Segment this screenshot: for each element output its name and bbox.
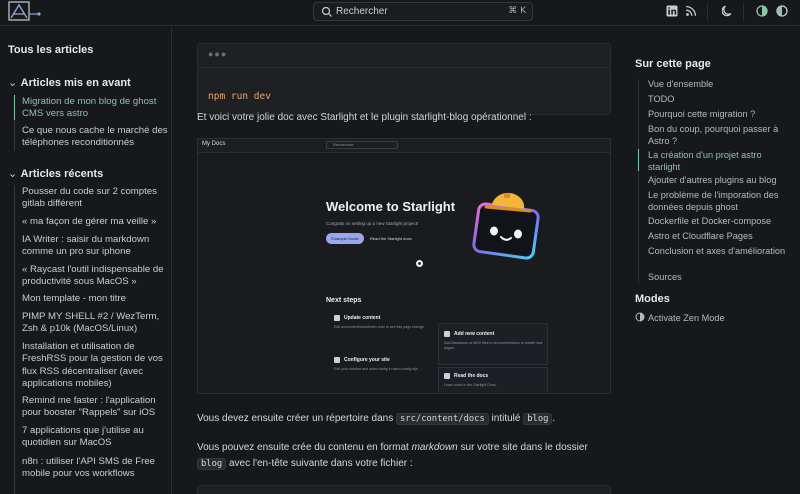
text-segment: Vous devez ensuite créer un répertoire d…	[197, 413, 397, 424]
right-toc: Sur cette page Vue d'ensemble TODO Pourq…	[632, 27, 800, 494]
screenshot-card-desc: Add Markdown or MDX files to src/content…	[444, 341, 543, 350]
sidebar-item-gitlab[interactable]: Pousser du code sur 2 comptes gitlab dif…	[22, 186, 168, 211]
toc-item-importation-ghost[interactable]: Le problème de l'imporation des données …	[648, 190, 794, 213]
main-content: ●●● npm run dev Et voici votre jolie doc…	[173, 27, 631, 494]
text-segment: Vous pouvez ensuite crée du contenu en f…	[197, 442, 412, 453]
toc-line	[638, 79, 639, 283]
zen-mode-icon[interactable]	[635, 312, 645, 322]
screenshot-hero-title: Welcome to Starlight	[326, 199, 456, 214]
toc-item-plugins[interactable]: Ajouter d'autres plugins au blog	[648, 175, 794, 187]
chevron-down-icon: ⌄	[8, 77, 18, 89]
text-segment: .	[552, 413, 556, 424]
toc-active-indicator	[638, 149, 639, 171]
active-indicator	[14, 95, 15, 120]
screenshot-card: Update content Edit src/content/docs/ind…	[334, 315, 438, 351]
emphasis-text: markdown	[411, 442, 458, 453]
code-command: npm run dev	[208, 91, 271, 102]
book-icon	[444, 373, 450, 379]
screenshot-topbar: My Docs Rechercher	[198, 139, 610, 153]
toc-item-todo[interactable]: TODO	[648, 94, 794, 106]
chevron-down-icon: ⌄	[8, 168, 18, 180]
screenshot-card-desc: Edit src/content/docs/index.mdx to see t…	[334, 325, 425, 329]
sidebar-item-n8n[interactable]: n8n : utiliser l'API SMS de Free mobile …	[22, 456, 168, 481]
sidebar-item-raycast[interactable]: « Raycast l'outil indispensable de produ…	[22, 264, 168, 289]
sidebar-item-pimp-shell[interactable]: PIMP MY SHELL #2 / WezTerm, Zsh & p10k (…	[22, 311, 168, 336]
toc-item-cloudflare[interactable]: Astro et Cloudflare Pages	[648, 231, 794, 243]
search-button[interactable]: Rechercher ⌘ K	[313, 2, 533, 21]
text-segment: intitulé	[488, 413, 524, 424]
code-block-next	[197, 485, 611, 494]
screenshot-next-steps: Next steps	[326, 297, 362, 304]
toc-item-creation-projet[interactable]: La création d'un projet astro starlight	[648, 150, 794, 173]
paragraph-create-directory: Vous devez ensuite créer un répertoire d…	[197, 411, 611, 427]
screenshot-card-desc: Learn more in the Starlight Docs.	[444, 383, 497, 387]
sidebar-item-telephones[interactable]: Ce que nous cache le marché des téléphon…	[22, 125, 168, 150]
modes-title: Modes	[635, 293, 670, 305]
theme-toggle-icon[interactable]	[756, 5, 768, 17]
all-articles-link[interactable]: Tous les articles	[8, 44, 93, 56]
left-sidebar: Tous les articles ⌄ Articles mis en avan…	[0, 27, 172, 494]
screenshot-card: Add new content Add Markdown or MDX file…	[444, 331, 548, 367]
screenshot-site-title: My Docs	[202, 141, 226, 147]
sidebar-item-7-apps[interactable]: 7 applications que j'utilise au quotidie…	[22, 425, 168, 450]
accent-color-icon[interactable]	[776, 5, 788, 17]
text-segment: sur votre site dans le dossier	[457, 442, 588, 453]
screenshot-secondary-link: Read the Starlight docs	[370, 236, 412, 241]
sidebar-item-ia-writer[interactable]: IA Writer : saisir du markdown comme un …	[22, 234, 168, 259]
search-icon	[321, 6, 332, 17]
inline-code: blog	[523, 413, 553, 425]
text-segment: avec l'en-tête suivante dans votre fichi…	[226, 458, 413, 469]
featured-group-title: Articles mis en avant	[20, 77, 131, 89]
toc-item-pourquoi-migration[interactable]: Pourquoi cette migration ?	[648, 109, 794, 121]
toc-item-pourquoi-astro[interactable]: Bon du coup, pourquoi passer à Astro ?	[648, 124, 794, 147]
header-divider	[743, 4, 744, 20]
toc-item-docker[interactable]: Dockerfile et Docker-compose	[648, 216, 794, 228]
header-divider	[707, 4, 708, 20]
site-logo-icon[interactable]	[8, 1, 42, 23]
toc-item-sources[interactable]: Sources	[648, 272, 794, 284]
paragraph-create-content: Vous pouvez ensuite crée du contenu en f…	[197, 440, 611, 472]
sidebar-item-freshrss[interactable]: Installation et utilisation de FreshRSS …	[22, 341, 168, 390]
window-dots-icon: ●●●	[208, 49, 228, 59]
pencil-icon	[334, 315, 340, 321]
cursor-icon	[416, 260, 423, 267]
search-placeholder: Rechercher	[336, 6, 388, 17]
sidebar-item-template[interactable]: Mon template - mon titre	[22, 293, 168, 305]
code-divider	[198, 67, 610, 68]
screenshot-card-desc: Edit your sidebar and other config in as…	[334, 367, 419, 371]
moon-icon[interactable]	[722, 5, 734, 17]
screenshot-card-title: Add new content	[454, 331, 495, 337]
starlight-mascot-icon	[472, 192, 540, 260]
screenshot-card-title: Read the docs	[454, 373, 489, 379]
recent-group-title: Articles récents	[20, 168, 104, 180]
tree-line	[14, 185, 15, 494]
recent-group-toggle[interactable]: ⌄ Articles récents	[8, 167, 103, 180]
linkedin-icon[interactable]	[666, 5, 678, 17]
sidebar-item-migration-astro[interactable]: Migration de mon blog de ghost CMS vers …	[22, 96, 168, 121]
inline-code: src/content/docs	[396, 413, 489, 425]
screenshot-card-title: Configure your site	[344, 357, 390, 363]
paragraph-intro: Et voici votre jolie doc avec Starlight …	[197, 112, 532, 123]
screenshot-search: Rechercher	[326, 141, 398, 149]
code-block: ●●● npm run dev	[197, 43, 611, 115]
toc-item-vue-ensemble[interactable]: Vue d'ensemble	[648, 79, 794, 91]
plus-icon	[444, 331, 450, 337]
sidebar-item-veille[interactable]: « ma façon de gérer ma veille »	[22, 216, 168, 228]
screenshot-hero-subtitle: Congrats on setting up a new Starlight p…	[326, 221, 419, 226]
sidebar-item-remind-me[interactable]: Remind me faster : l'application pour bo…	[22, 395, 168, 420]
screenshot-card-title: Update content	[344, 315, 381, 321]
zen-mode-toggle[interactable]: Activate Zen Mode	[648, 313, 725, 323]
featured-group-toggle[interactable]: ⌄ Articles mis en avant	[8, 76, 131, 89]
screenshot-primary-button: Example Guide	[326, 233, 364, 244]
rss-icon[interactable]	[685, 5, 697, 17]
toc-title: Sur cette page	[635, 58, 711, 70]
toc-item-conclusion[interactable]: Conclusion et axes d'amélioration	[648, 246, 794, 258]
starlight-screenshot-image: My Docs Rechercher Welcome to Starlight …	[197, 138, 611, 394]
inline-code: blog	[197, 458, 227, 470]
search-shortcut: ⌘ K	[508, 6, 526, 16]
screenshot-card: Read the docs Learn more in the Starligh…	[444, 373, 548, 393]
top-header: Rechercher ⌘ K	[0, 0, 800, 26]
screenshot-card: Configure your site Edit your sidebar an…	[334, 357, 438, 393]
settings-icon	[334, 357, 340, 363]
